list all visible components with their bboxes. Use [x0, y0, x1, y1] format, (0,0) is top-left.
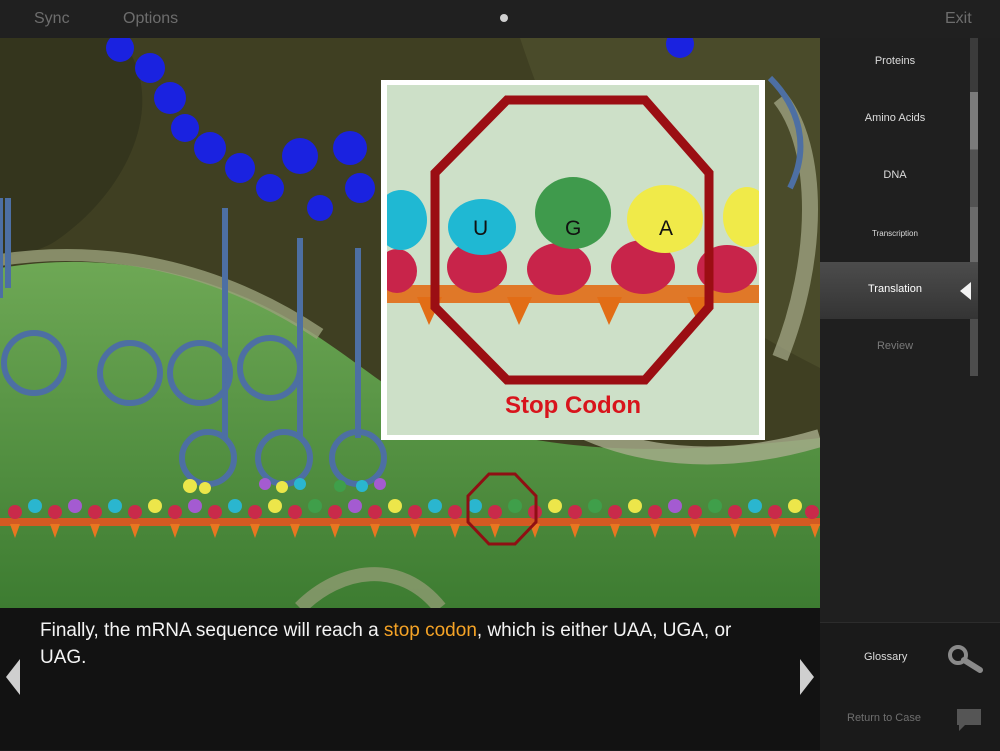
sidebar-scrollbar[interactable]: [970, 38, 978, 376]
nav-pointer-icon: [960, 282, 971, 300]
inset-panel: U G A Stop Codon: [387, 85, 759, 435]
codon-letter-g: G: [565, 217, 582, 240]
stop-codon-illustration: [387, 95, 759, 385]
exit-button[interactable]: Exit: [945, 10, 972, 28]
top-bar: Sync Options Exit: [0, 0, 1000, 38]
nav-item-review[interactable]: Review: [820, 340, 970, 352]
page-indicator-dot: [500, 14, 508, 22]
glossary-button[interactable]: Glossary: [864, 651, 907, 663]
sync-button[interactable]: Sync: [34, 10, 70, 28]
nav-item-amino-acids[interactable]: Amino Acids: [820, 112, 970, 124]
return-to-case-button[interactable]: Return to Case: [847, 712, 921, 724]
previous-arrow-icon[interactable]: [6, 659, 20, 695]
chat-bubble-icon[interactable]: [955, 707, 983, 733]
stop-codon-inset: U G A Stop Codon: [381, 80, 765, 440]
caption-panel: Finally, the mRNA sequence will reach a …: [0, 608, 820, 750]
nav-item-translation[interactable]: Translation: [820, 283, 970, 295]
caption-text-start: Finally, the mRNA sequence will reach a: [40, 620, 384, 641]
inset-title: Stop Codon: [505, 392, 641, 419]
codon-letter-u: U: [473, 217, 489, 240]
options-button[interactable]: Options: [123, 10, 178, 28]
sidebar: Proteins Amino Acids DNA Transcription T…: [820, 38, 1000, 751]
caption-highlight: stop codon: [383, 620, 477, 641]
nav-item-dna[interactable]: DNA: [820, 169, 970, 181]
search-icon[interactable]: [946, 643, 986, 673]
next-arrow-icon[interactable]: [800, 659, 814, 695]
caption-text: Finally, the mRNA sequence will reach a …: [40, 618, 780, 671]
nav-item-proteins[interactable]: Proteins: [820, 55, 970, 67]
nav-item-transcription[interactable]: Transcription: [820, 229, 970, 238]
sidebar-bottom: Glossary Return to Case: [820, 622, 1000, 751]
codon-letter-a: A: [659, 217, 674, 240]
